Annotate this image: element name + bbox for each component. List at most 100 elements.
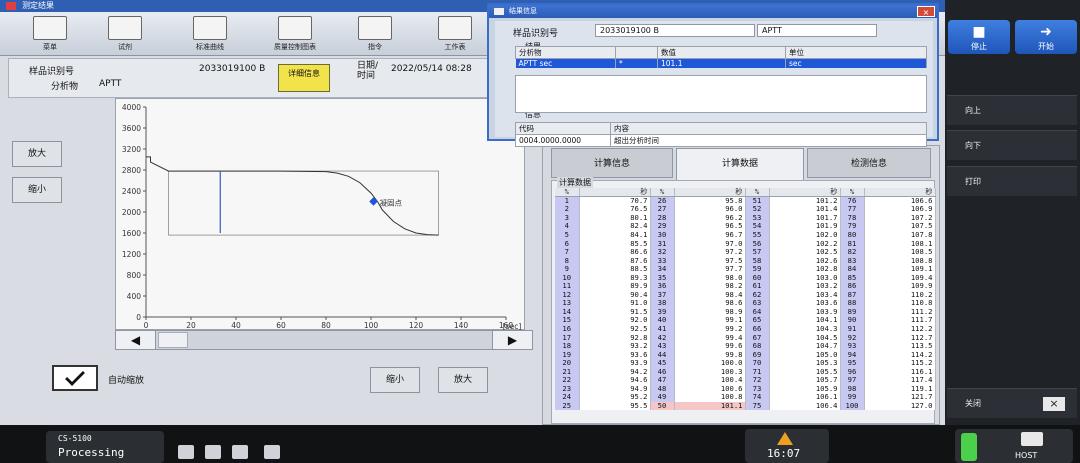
y-tick-label: 2000 xyxy=(122,208,141,217)
toolbar-menu-button[interactable]: 菜单 xyxy=(20,14,80,54)
toolbar-calibration-button[interactable]: 标准曲线 xyxy=(180,14,240,54)
coagulation-curve-chart: 4000 3600 3200 2800 2400 2000 1600 1200 800 400 0 0… xyxy=(115,98,525,331)
calc-row: 12 90.4 37 98.4 62 103.4 87 110.2 xyxy=(555,291,936,300)
result-table-empty-area xyxy=(515,75,927,113)
result-analyte: APTT sec xyxy=(515,58,616,68)
clot-point-marker xyxy=(369,197,378,206)
zoom-out-side-button[interactable]: 缩小 xyxy=(12,177,62,203)
result-row[interactable]: APTT sec * 101.1 sec xyxy=(515,58,927,68)
warning-icon[interactable] xyxy=(777,432,793,445)
result-info-dialog: 结果信息 × 样品识别号 2033019100 B APTT 结果 信息 分析物… xyxy=(487,3,939,147)
scroll-thumb[interactable] xyxy=(158,332,188,348)
calc-percent-cell: 91 xyxy=(840,325,865,334)
tab-detection-info[interactable]: 检测信息 xyxy=(807,148,931,178)
info-row[interactable]: 0004.0000.0000 超出分析时间 xyxy=(515,134,927,147)
consumables-icon[interactable] xyxy=(232,445,248,459)
worksheet-icon xyxy=(438,16,472,40)
calc-percent-cell: 55 xyxy=(745,231,770,240)
calc-row: 23 94.9 48 100.6 73 105.9 98 119.1 xyxy=(555,385,936,394)
y-tick-label: 3600 xyxy=(122,124,141,133)
scroll-right-button[interactable]: ▶ xyxy=(492,331,532,349)
up-button[interactable]: 向上 xyxy=(947,95,1077,125)
result-table: 分析物 数值 单位 APTT sec * 101.1 sec xyxy=(515,46,927,68)
print-button[interactable]: 打印 xyxy=(947,166,1077,196)
coagulation-curve xyxy=(146,156,439,236)
device-state: Processing xyxy=(58,446,125,459)
datetime-label: 日期/时间 xyxy=(357,61,379,81)
close-button[interactable]: 关闭 × xyxy=(947,388,1077,418)
result-col-flag xyxy=(615,46,658,59)
result-col-unit: 单位 xyxy=(785,46,927,59)
dialog-title: 结果信息 xyxy=(509,7,537,15)
qc-chart-icon xyxy=(278,16,312,40)
result-flag: * xyxy=(615,58,658,68)
calc-percent-cell: 80 xyxy=(840,231,865,240)
stop-button[interactable]: ■ 停止 xyxy=(948,20,1010,54)
host-status[interactable]: HOST xyxy=(955,429,1073,463)
chart-scrollbar[interactable]: ◀ ▶ xyxy=(115,330,533,350)
close-icon: × xyxy=(1043,397,1065,411)
calc-seconds-cell: 95.5 xyxy=(579,402,651,411)
calc-row: 7 86.6 32 97.2 57 102.5 82 108.5 xyxy=(555,248,936,257)
x-tick-label: 40 xyxy=(231,321,241,330)
scroll-left-button[interactable]: ◀ xyxy=(116,331,156,349)
info-col-code: 代码 xyxy=(515,122,611,135)
calc-row: 22 94.6 47 100.4 72 105.7 97 117.4 xyxy=(555,376,936,385)
toolbar-order-button[interactable]: 指令 xyxy=(345,14,405,54)
sampler-icon[interactable] xyxy=(178,445,194,459)
start-button[interactable]: ➜ 开始 xyxy=(1015,20,1077,54)
dialog-analyte-value: APTT xyxy=(757,24,877,37)
tabs-panel: 计算信息 计算数据 检测信息 计算数据 % 秒% 秒% 秒% 秒 1 70.7 26 95.8… xyxy=(542,145,940,425)
calc-percent-cell: 100 xyxy=(840,402,865,411)
calc-seconds-cell: 106.4 xyxy=(769,402,841,411)
calc-seconds-cell: 112.2 xyxy=(864,325,936,334)
zoom-in-side-button[interactable]: 放大 xyxy=(12,141,62,167)
zoom-out-button[interactable]: 缩小 xyxy=(370,367,420,393)
info-code: 0004.0000.0000 xyxy=(515,134,611,147)
y-tick-label: 0 xyxy=(136,313,141,322)
toolbar-reagent-button[interactable]: 试剂 xyxy=(95,14,155,54)
dialog-sample-id-value: 2033019100 B xyxy=(595,24,755,37)
waste-icon[interactable] xyxy=(264,445,280,459)
calc-row: 1 70.7 26 95.8 51 101.2 76 106.6 xyxy=(555,196,936,206)
calc-percent-cell: 30 xyxy=(650,231,675,240)
status-bar: CS-5100 Processing 16:07 HOST xyxy=(0,425,1080,463)
tab-calc-info[interactable]: 计算信息 xyxy=(551,148,673,178)
calc-row: 2 76.5 27 96.0 52 101.4 77 106.9 xyxy=(555,205,936,214)
reagent-icon xyxy=(108,16,142,40)
calc-row: 13 91.0 38 98.6 63 103.6 88 110.8 xyxy=(555,299,936,308)
reagent-status-icon[interactable] xyxy=(205,445,221,459)
alarm-clock-box[interactable]: 16:07 xyxy=(745,429,829,463)
calc-seconds-cell: 101.1 xyxy=(674,402,746,411)
auto-zoom-checkbox[interactable] xyxy=(52,365,98,391)
calc-row: 15 92.0 40 99.1 65 104.1 90 111.7 xyxy=(555,316,936,325)
host-computer-icon xyxy=(1021,432,1043,446)
info-table: 代码 内容 0004.0000.0000 超出分析时间 xyxy=(515,122,927,147)
toolbar-worksheet-button[interactable]: 工作表 xyxy=(425,14,485,54)
calc-seconds-cell: 84.1 xyxy=(579,231,651,240)
y-tick-label: 1200 xyxy=(122,250,141,259)
calc-percent-cell: 41 xyxy=(650,325,675,334)
order-icon xyxy=(358,16,392,40)
window-title: 测定结果 xyxy=(22,1,54,10)
calc-row: 6 85.5 31 97.0 56 102.2 81 108.1 xyxy=(555,239,936,248)
clot-point-label: 凝固点 xyxy=(379,198,402,208)
y-tick-label: 2400 xyxy=(122,187,141,196)
y-tick-label: 1600 xyxy=(122,229,141,238)
zoom-in-button[interactable]: 放大 xyxy=(438,367,488,393)
calc-row: 3 80.1 28 96.2 53 101.7 78 107.2 xyxy=(555,214,936,223)
x-tick-label: 20 xyxy=(186,321,196,330)
calc-row: 24 95.2 49 100.8 74 106.1 99 121.7 xyxy=(555,393,936,402)
calc-seconds-cell: 92.5 xyxy=(579,325,651,334)
detail-info-button[interactable]: 详细信息 xyxy=(278,64,330,92)
down-button[interactable]: 向下 xyxy=(947,130,1077,160)
dialog-close-button[interactable]: × xyxy=(917,6,935,17)
calibration-curve-icon xyxy=(193,16,227,40)
device-status[interactable]: CS-5100 Processing xyxy=(46,431,164,463)
calc-row: 20 93.9 45 100.0 70 105.3 95 115.2 xyxy=(555,359,936,368)
x-tick-label: 120 xyxy=(409,321,424,330)
calc-row: 19 93.6 44 99.8 69 105.0 94 114.2 xyxy=(555,350,936,359)
dialog-titlebar: 结果信息 × xyxy=(489,5,937,18)
toolbar-qc-chart-button[interactable]: 质量控制图表 xyxy=(265,14,325,54)
tab-calc-data[interactable]: 计算数据 xyxy=(676,148,804,180)
